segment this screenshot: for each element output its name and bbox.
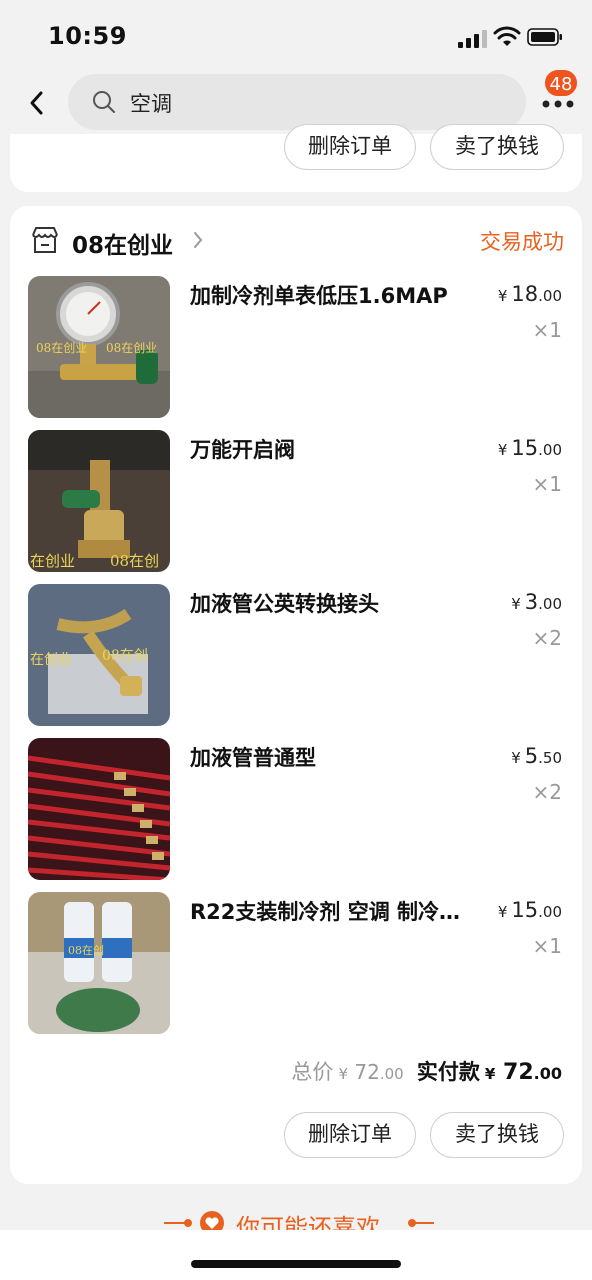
sell-for-cash-button[interactable]: 卖了换钱 [430, 1112, 564, 1158]
item-name: 加液管普通型 [190, 746, 316, 770]
search-query-text: 空调 [130, 92, 172, 116]
shop-icon [32, 227, 58, 253]
shop-name[interactable]: 08在创业 [72, 226, 173, 260]
item-quantity: ×1 [532, 318, 562, 342]
total-amount: ¥ 72.00 [338, 1060, 404, 1084]
svg-text:08在创业: 08在创业 [106, 341, 157, 355]
delete-order-button[interactable]: 删除订单 [284, 124, 416, 170]
order-totals: 总价 ¥ 72.00 实付款 ¥ 72.00 [291, 1056, 562, 1086]
svg-text:08在创业: 08在创业 [36, 341, 87, 355]
paid-amount: ¥ 72.00 [484, 1060, 562, 1085]
cellular-signal-icon [458, 30, 487, 48]
item-name: 万能开启阀 [190, 438, 295, 462]
home-indicator-area [0, 1230, 592, 1280]
total-label: 总价 [291, 1060, 334, 1084]
product-thumbnail[interactable]: 在创业 08在创 [28, 584, 170, 726]
wifi-icon [493, 26, 521, 46]
sell-for-cash-button[interactable]: 卖了换钱 [430, 124, 564, 170]
search-bar[interactable]: 空调 [68, 74, 526, 130]
product-thumbnail[interactable]: 在创业 08在创 [28, 430, 170, 572]
product-thumbnail[interactable]: 08在创 [28, 892, 170, 1034]
item-price: ¥5.50 [511, 744, 562, 768]
back-arrow-icon[interactable] [26, 88, 48, 118]
previous-order-card: 删除订单 卖了换钱 [10, 124, 582, 192]
svg-text:在创业: 在创业 [30, 552, 75, 570]
paid-label: 实付款 [416, 1060, 480, 1084]
divider-line [412, 1222, 434, 1224]
search-icon [93, 91, 115, 113]
order-item[interactable]: 在创业 08在创 加液管公英转换接头 ¥3.00 ×2 [10, 584, 582, 726]
item-price: ¥3.00 [511, 590, 562, 614]
order-card: 08在创业 交易成功 08在创业 08在创业 加制冷剂单表低压1.6MAP ¥1… [10, 206, 582, 1184]
status-bar: 10:59 [0, 0, 592, 72]
svg-text:08在创: 08在创 [102, 648, 148, 664]
item-quantity: ×1 [532, 934, 562, 958]
item-name: 加液管公英转换接头 [190, 592, 379, 616]
order-status: 交易成功 [480, 230, 564, 254]
item-quantity: ×1 [532, 472, 562, 496]
item-name: R22支装制冷剂 空调 制冷… [190, 900, 461, 924]
item-price: ¥18.00 [497, 282, 562, 306]
item-price: ¥15.00 [497, 898, 562, 922]
item-name: 加制冷剂单表低压1.6MAP [190, 284, 448, 308]
product-thumbnail[interactable] [28, 738, 170, 880]
order-item[interactable]: 加液管普通型 ¥5.50 ×2 [10, 738, 582, 880]
svg-text:在创业: 在创业 [30, 652, 72, 668]
svg-text:08在创: 08在创 [68, 944, 104, 957]
status-time: 10:59 [48, 22, 127, 50]
item-price: ¥15.00 [497, 436, 562, 460]
item-quantity: ×2 [532, 780, 562, 804]
order-item[interactable]: 08在创业 08在创业 加制冷剂单表低压1.6MAP ¥18.00 ×1 [10, 276, 582, 418]
chevron-right-icon[interactable] [192, 230, 204, 250]
order-item[interactable]: 08在创 R22支装制冷剂 空调 制冷… ¥15.00 ×1 [10, 892, 582, 1034]
divider-line [164, 1222, 186, 1224]
order-item[interactable]: 在创业 08在创 万能开启阀 ¥15.00 ×1 [10, 430, 582, 572]
divider-dot [184, 1219, 192, 1227]
home-indicator[interactable] [191, 1260, 401, 1268]
item-quantity: ×2 [532, 626, 562, 650]
svg-text:08在创: 08在创 [110, 552, 159, 570]
delete-order-button[interactable]: 删除订单 [284, 1112, 416, 1158]
notification-badge: 48 [543, 68, 579, 98]
product-thumbnail[interactable]: 08在创业 08在创业 [28, 276, 170, 418]
battery-icon [527, 28, 562, 46]
